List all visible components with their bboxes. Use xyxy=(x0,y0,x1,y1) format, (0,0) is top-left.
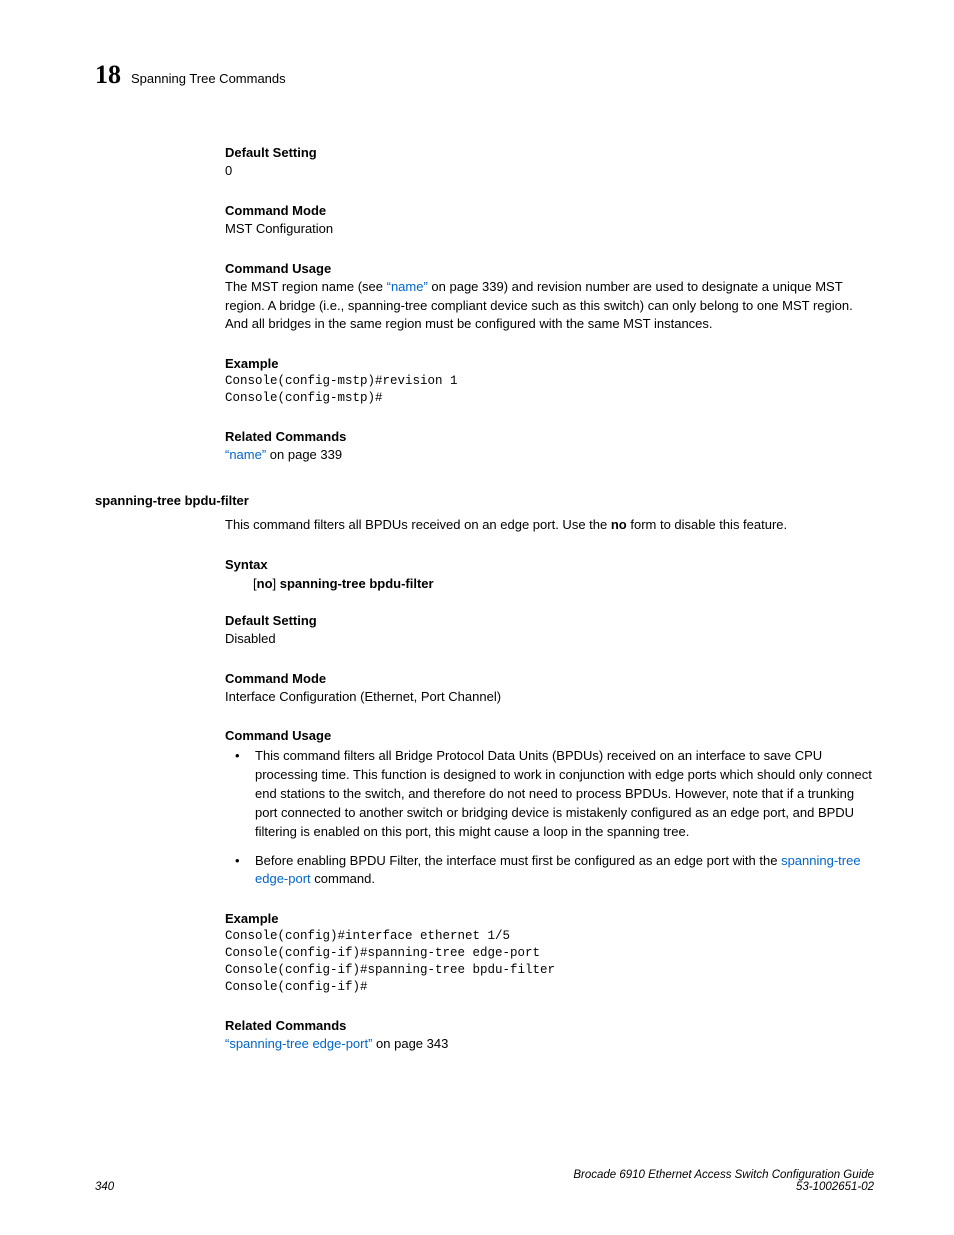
chapter-title: Spanning Tree Commands xyxy=(131,71,286,86)
doc-id: 53-1002651-02 xyxy=(573,1181,874,1193)
related-commands-heading-2: Related Commands xyxy=(225,1018,874,1033)
desc-pre: This command filters all BPDUs received … xyxy=(225,517,611,532)
related-commands-text-2: “spanning-tree edge-port” on page 343 xyxy=(225,1035,874,1054)
list-item: Before enabling BPDU Filter, the interfa… xyxy=(225,852,874,890)
example-heading: Example xyxy=(225,356,874,371)
list-item: This command filters all Bridge Protocol… xyxy=(225,747,874,841)
syntax-heading: Syntax xyxy=(225,557,874,572)
default-setting-heading: Default Setting xyxy=(225,145,874,160)
chapter-header: 18 Spanning Tree Commands xyxy=(95,60,874,90)
content-block-2: This command filters all BPDUs received … xyxy=(225,516,874,1054)
syntax-rest: spanning-tree bpdu-filter xyxy=(280,576,434,591)
usage-pre: The MST region name (see xyxy=(225,279,387,294)
related-rest: on page 339 xyxy=(266,447,342,462)
doc-title: Brocade 6910 Ethernet Access Switch Conf… xyxy=(573,1169,874,1181)
name-link[interactable]: “name” xyxy=(387,279,428,294)
command-description: This command filters all BPDUs received … xyxy=(225,516,874,535)
chapter-number: 18 xyxy=(95,60,121,90)
bullet2-post: command. xyxy=(311,871,375,886)
edge-port-link-2[interactable]: “spanning-tree edge-port” xyxy=(225,1036,372,1051)
bullet1-text: This command filters all Bridge Protocol… xyxy=(255,748,872,838)
desc-bold: no xyxy=(611,517,627,532)
syntax-bracket-close: ] xyxy=(273,576,280,591)
example-code: Console(config-mstp)#revision 1 Console(… xyxy=(225,373,874,407)
usage-bullet-list: This command filters all Bridge Protocol… xyxy=(225,747,874,889)
desc-post: form to disable this feature. xyxy=(627,517,787,532)
page: 18 Spanning Tree Commands Default Settin… xyxy=(0,0,954,1235)
related-rest-2: on page 343 xyxy=(372,1036,448,1051)
default-setting-value-2: Disabled xyxy=(225,630,874,649)
name-link-2[interactable]: “name” xyxy=(225,447,266,462)
related-commands-heading: Related Commands xyxy=(225,429,874,444)
command-usage-text: The MST region name (see “name” on page … xyxy=(225,278,874,335)
command-mode-value-2: Interface Configuration (Ethernet, Port … xyxy=(225,688,874,707)
example-heading-2: Example xyxy=(225,911,874,926)
bullet2-pre: Before enabling BPDU Filter, the interfa… xyxy=(255,853,781,868)
command-usage-heading: Command Usage xyxy=(225,261,874,276)
page-number: 340 xyxy=(95,1181,114,1193)
content-block-1: Default Setting 0 Command Mode MST Confi… xyxy=(225,145,874,465)
related-commands-text: “name” on page 339 xyxy=(225,446,874,465)
command-usage-heading-2: Command Usage xyxy=(225,728,874,743)
example-code-2: Console(config)#interface ethernet 1/5 C… xyxy=(225,928,874,996)
footer-right: Brocade 6910 Ethernet Access Switch Conf… xyxy=(573,1169,874,1193)
syntax-line: [no] spanning-tree bpdu-filter xyxy=(253,576,874,591)
command-name-heading: spanning-tree bpdu-filter xyxy=(95,493,874,508)
page-footer: 340 Brocade 6910 Ethernet Access Switch … xyxy=(95,1169,874,1193)
syntax-no: no xyxy=(257,576,273,591)
command-mode-heading-2: Command Mode xyxy=(225,671,874,686)
command-mode-value: MST Configuration xyxy=(225,220,874,239)
default-setting-heading-2: Default Setting xyxy=(225,613,874,628)
command-mode-heading: Command Mode xyxy=(225,203,874,218)
default-setting-value: 0 xyxy=(225,162,874,181)
